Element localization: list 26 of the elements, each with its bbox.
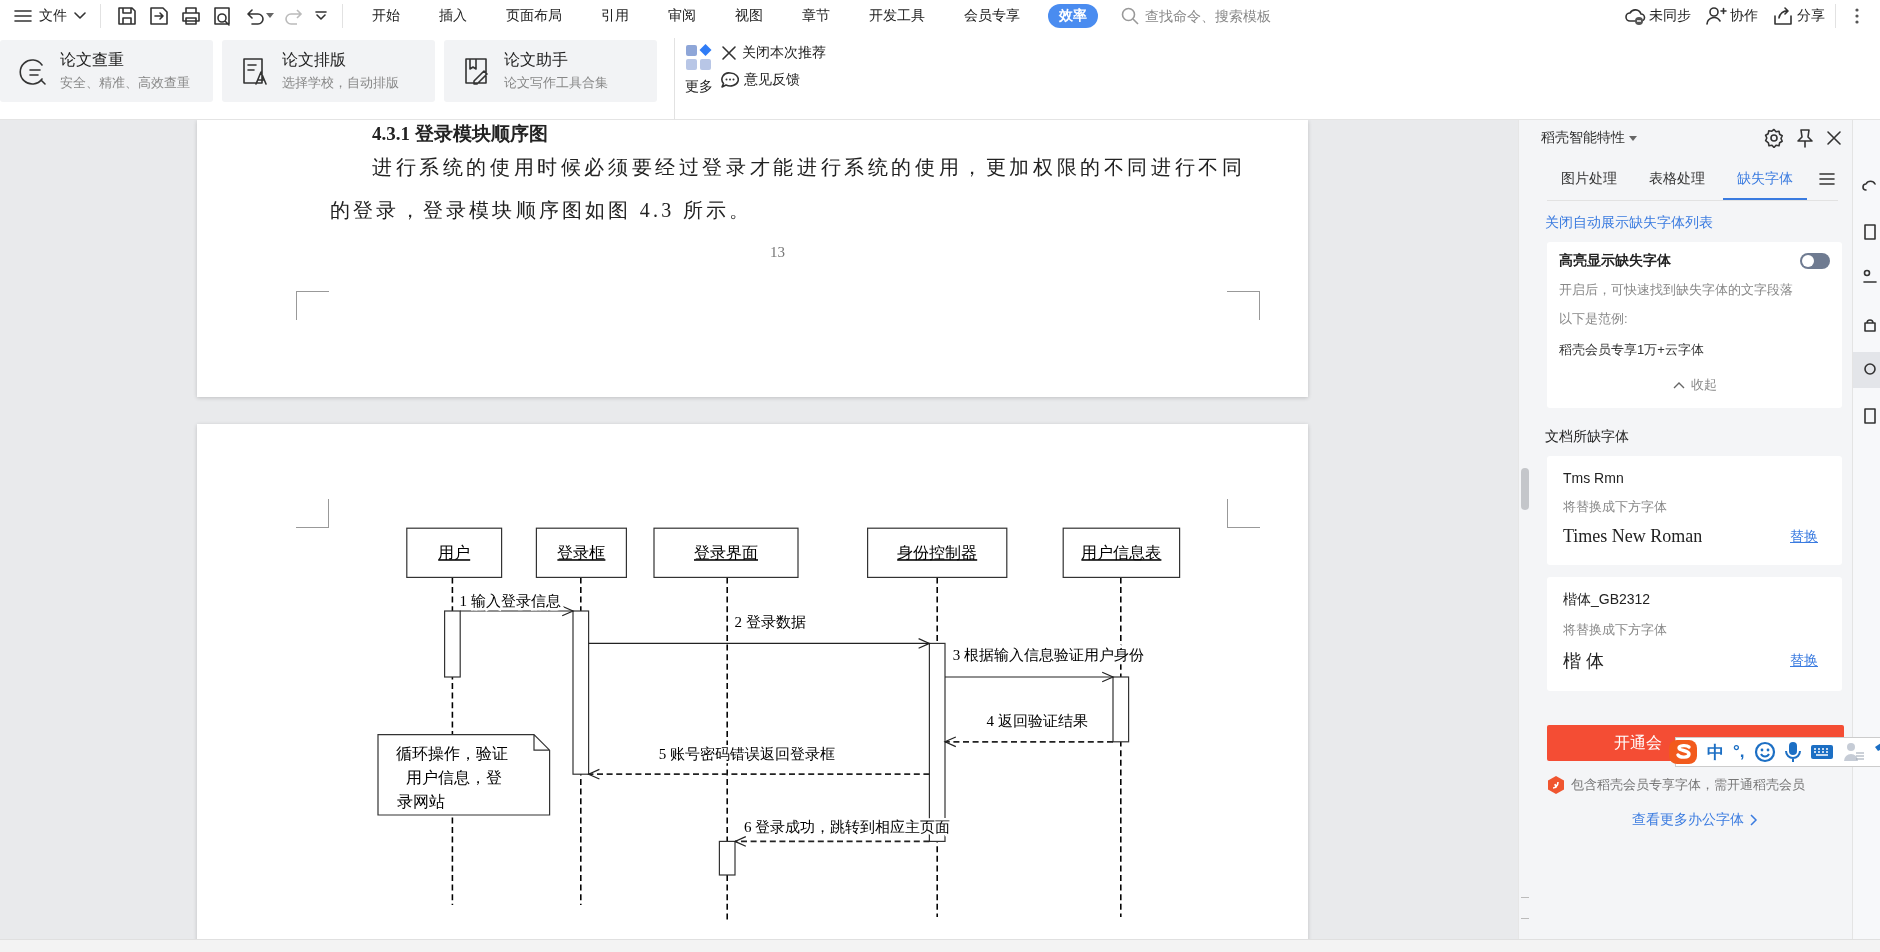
font-name: Tms Rmn: [1563, 470, 1625, 486]
message-label: 3 根据输入信息验证用户身份: [952, 647, 1145, 664]
participant-label: 用户信息表: [1081, 544, 1162, 562]
note: 循环操作，验证 用户信息，登 录网站: [377, 734, 551, 816]
font-name: 楷体_GB2312: [1563, 591, 1652, 609]
participant-label: 身份控制器: [897, 544, 978, 562]
highlight-title: 高亮显示缺失字体: [1559, 252, 1671, 270]
message-label: 4 返回验证结果: [986, 713, 1088, 730]
highlight-description: 开启后，可快速找到缺失字体的文字段落: [1559, 281, 1794, 299]
example-text: 稻壳会员专享1万+云字体: [1559, 341, 1705, 359]
participant-label: 用户: [438, 544, 471, 562]
member-note: 包含稻壳会员专享字体，需开通稻壳会员: [1571, 776, 1805, 794]
participant-label: 登录框: [557, 544, 606, 562]
participant-label: 登录界面: [694, 544, 758, 562]
message-label: 5 账号密码错误返回登录框: [658, 745, 836, 762]
section-title: 文档所缺字体: [1545, 428, 1630, 446]
example-label: 以下是范例:: [1559, 310, 1629, 328]
body-paragraph: 进行系统的使用时候必须要经过登录才能进行系统的使用，更加权限的不同进行不同的登录，登录模块顺序图如图 4.3 所示。: [330, 155, 1245, 223]
message-label: 2 登录数据: [734, 613, 806, 630]
page-number: 13: [770, 244, 785, 261]
replace-hint: 将替换成下方字体: [1563, 498, 1668, 516]
replacement-font: Times New Roman: [1563, 526, 1703, 547]
message-label: 1 输入登录信息: [459, 593, 561, 610]
replace-hint: 将替换成下方字体: [1563, 621, 1668, 639]
replacement-font: 楷体: [1563, 649, 1609, 673]
section-heading: 4.3.1 登录模块顺序图: [371, 122, 548, 146]
